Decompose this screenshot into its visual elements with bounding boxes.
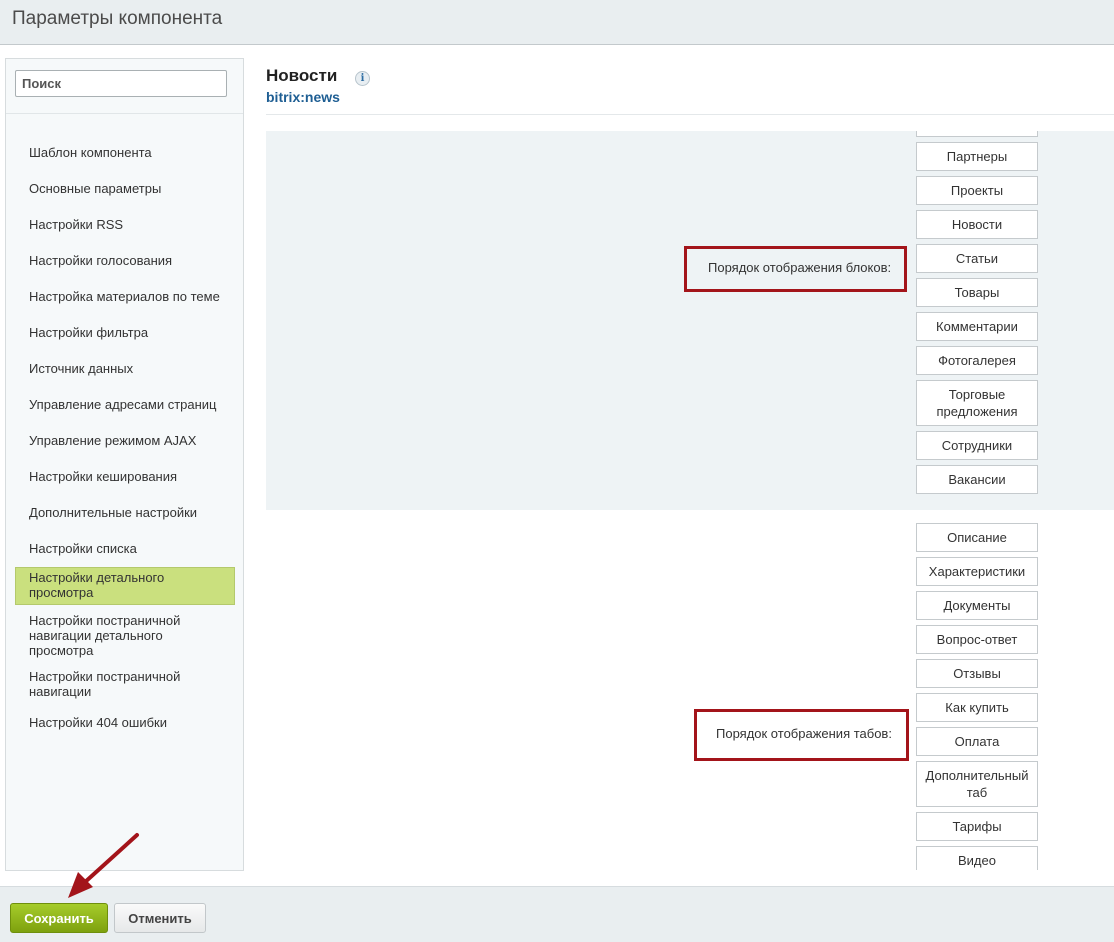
- save-button[interactable]: Сохранить: [10, 903, 108, 933]
- order-item[interactable]: Описание: [916, 523, 1038, 552]
- tabs-order-label: Порядок отображения табов:: [716, 726, 892, 741]
- window-title: Параметры компонента: [12, 8, 223, 29]
- sidebar-item-pagination[interactable]: Настройки постраничной навигации: [15, 669, 235, 699]
- cancel-button[interactable]: Отменить: [114, 903, 206, 933]
- search-input[interactable]: [15, 70, 227, 97]
- order-item-hidden[interactable]: [916, 131, 1038, 137]
- sidebar-item-detail-pagination[interactable]: Настройки постраничной навигации детальн…: [15, 613, 235, 658]
- order-item[interactable]: Отзывы: [916, 659, 1038, 688]
- sidebar-item-data-source[interactable]: Источник данных: [15, 361, 235, 376]
- order-item[interactable]: Дополнительный таб: [916, 761, 1038, 807]
- sidebar: Шаблон компонента Основные параметры Нас…: [5, 58, 244, 871]
- sidebar-item-additional[interactable]: Дополнительные настройки: [15, 505, 235, 520]
- blocks-order-label: Порядок отображения блоков:: [708, 260, 892, 275]
- sidebar-item-component-template[interactable]: Шаблон компонента: [15, 145, 235, 160]
- sidebar-item-caching[interactable]: Настройки кеширования: [15, 469, 235, 484]
- sidebar-item-voting[interactable]: Настройки голосования: [15, 253, 235, 268]
- order-item[interactable]: Вопрос-ответ: [916, 625, 1038, 654]
- window-titlebar: Параметры компонента: [0, 0, 1114, 45]
- component-title: Новости: [266, 66, 338, 85]
- sidebar-search-area: [6, 59, 243, 114]
- sidebar-item-filter[interactable]: Настройки фильтра: [15, 325, 235, 340]
- order-item[interactable]: Фотогалерея: [916, 346, 1038, 375]
- dialog-footer: Сохранить Отменить: [0, 886, 1114, 942]
- order-item[interactable]: Комментарии: [916, 312, 1038, 341]
- component-code: bitrix:news: [266, 89, 340, 105]
- sidebar-item-page-urls[interactable]: Управление адресами страниц: [15, 397, 235, 412]
- sidebar-item-list[interactable]: Настройки списка: [15, 541, 235, 556]
- order-item[interactable]: Товары: [916, 278, 1038, 307]
- sidebar-item-detail-view[interactable]: Настройки детального просмотра: [15, 567, 235, 605]
- order-item[interactable]: Сотрудники: [916, 431, 1038, 460]
- order-item[interactable]: Видео: [916, 846, 1038, 870]
- sidebar-item-basic-params[interactable]: Основные параметры: [15, 181, 235, 196]
- order-item[interactable]: Партнеры: [916, 142, 1038, 171]
- tabs-order-list: Описание Характеристики Документы Вопрос…: [900, 510, 1060, 870]
- sidebar-item-404[interactable]: Настройки 404 ошибки: [15, 715, 235, 730]
- order-item[interactable]: Оплата: [916, 727, 1038, 756]
- order-item[interactable]: Проекты: [916, 176, 1038, 205]
- sidebar-item-ajax[interactable]: Управление режимом AJAX: [15, 433, 235, 448]
- blocks-order-list: Партнеры Проекты Новости Статьи Товары К…: [900, 131, 1060, 510]
- order-item[interactable]: Новости: [916, 210, 1038, 239]
- order-item[interactable]: Тарифы: [916, 812, 1038, 841]
- order-item[interactable]: Характеристики: [916, 557, 1038, 586]
- order-item[interactable]: Торговые предложения: [916, 380, 1038, 426]
- info-icon[interactable]: i: [355, 71, 370, 86]
- sidebar-item-related-materials[interactable]: Настройка материалов по теме: [15, 289, 235, 304]
- header-divider: [266, 114, 1114, 115]
- order-item[interactable]: Документы: [916, 591, 1038, 620]
- order-item[interactable]: Статьи: [916, 244, 1038, 273]
- order-item[interactable]: Как купить: [916, 693, 1038, 722]
- sidebar-item-rss[interactable]: Настройки RSS: [15, 217, 235, 232]
- order-item[interactable]: Вакансии: [916, 465, 1038, 494]
